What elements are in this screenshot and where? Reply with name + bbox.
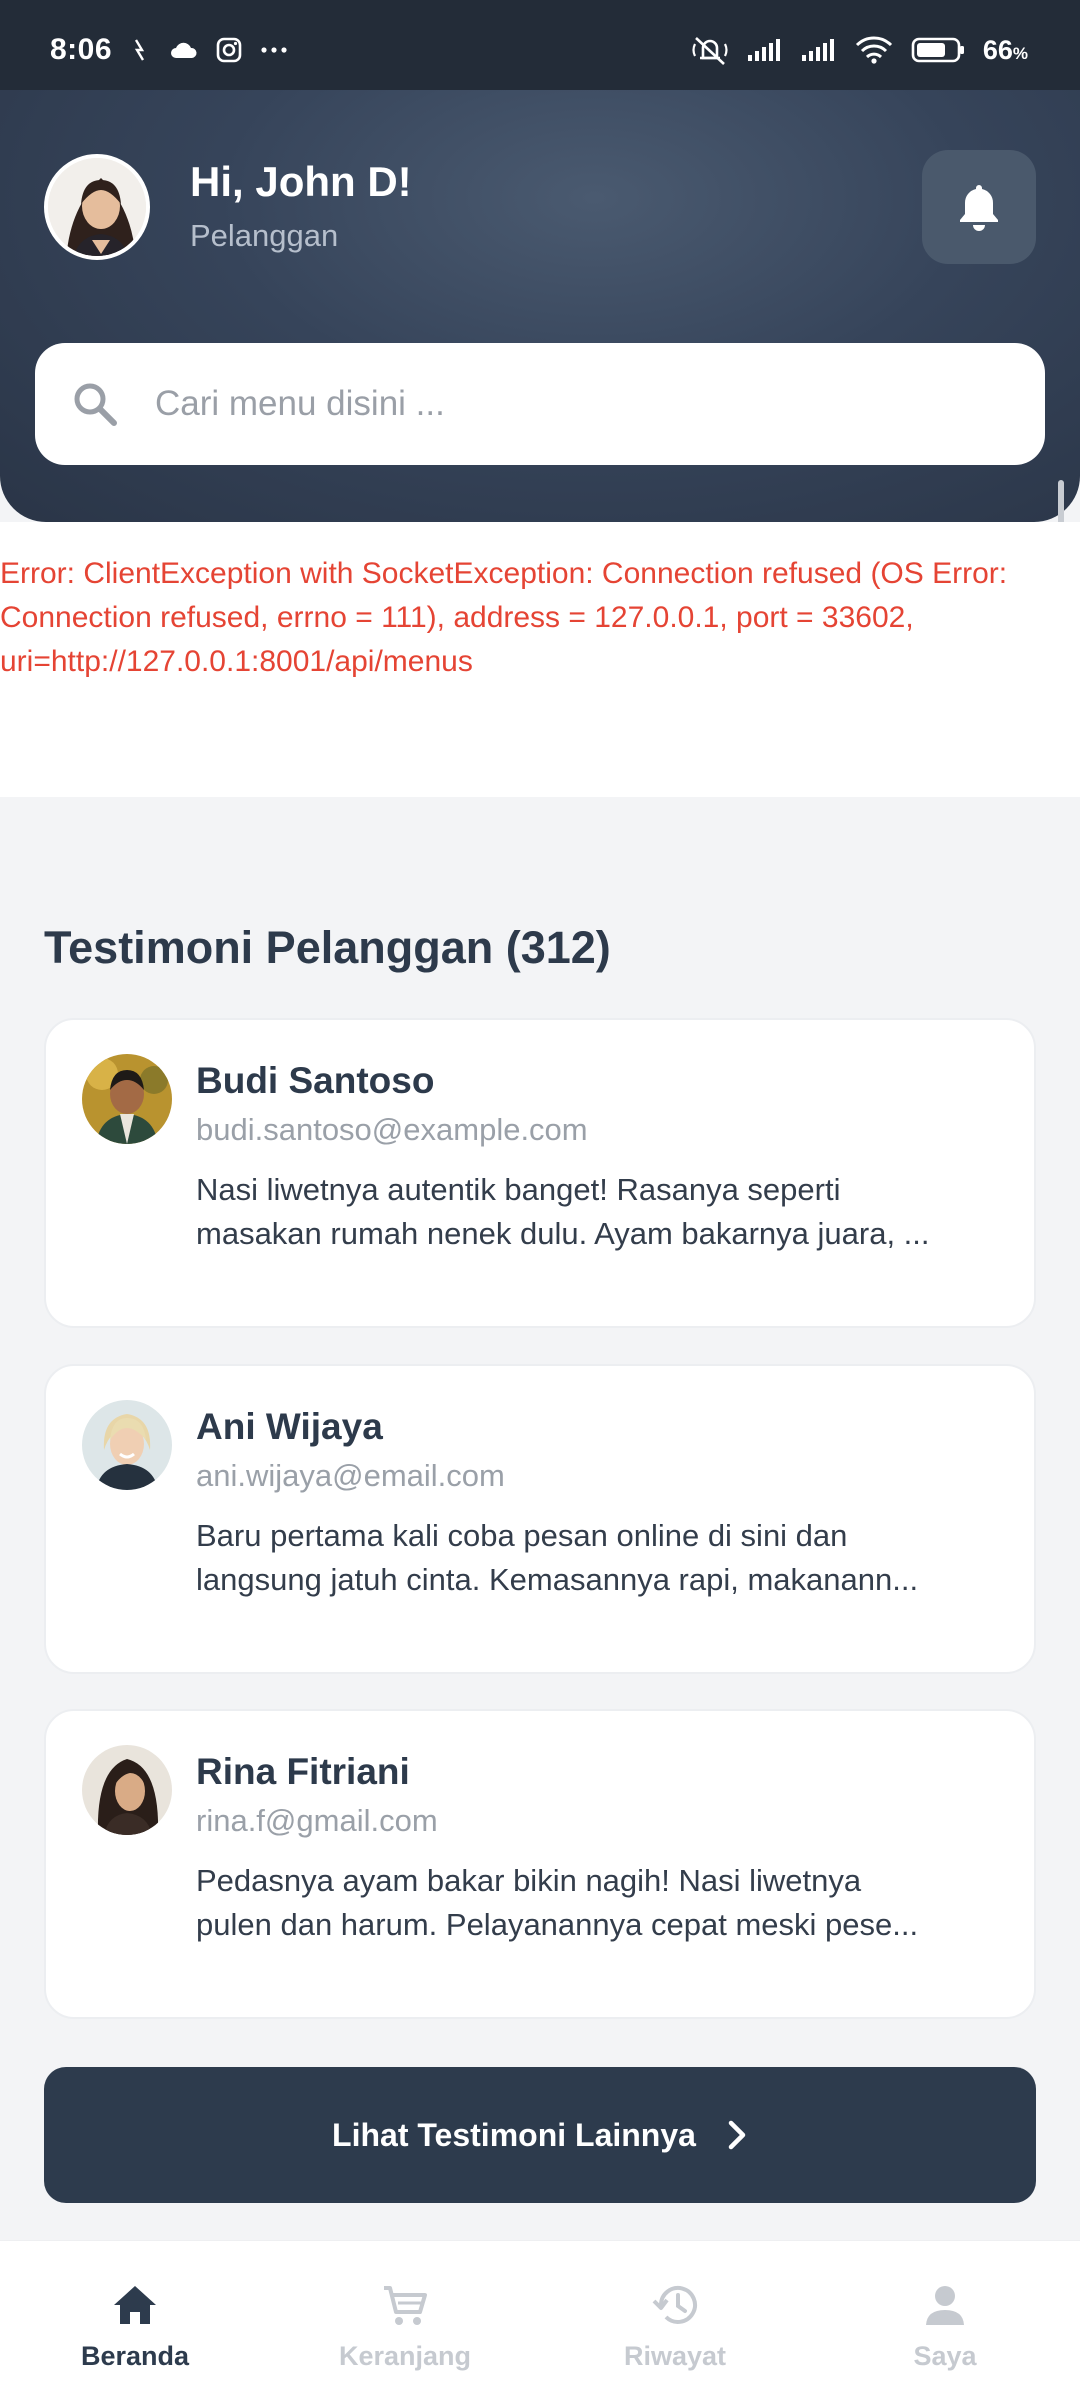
testimonial-text-line: Pedasnya ayam bakar bikin nagih! Nasi li… xyxy=(196,1863,862,1898)
bottom-navigation: Beranda Keranjang Riwayat Saya xyxy=(0,2240,1080,2400)
testimonial-text-line: Nasi liwetnya autentik banget! Rasanya s… xyxy=(196,1172,841,1207)
greeting-text: Hi, John D! xyxy=(190,158,412,205)
avatar xyxy=(82,1745,172,1835)
status-bar: 8:06 66% xyxy=(0,0,1080,100)
notification-button[interactable] xyxy=(922,150,1036,264)
nav-item-label: Beranda xyxy=(80,2341,190,2371)
testimonial-text-line: langsung jatuh cinta. Kemasannya rapi, m… xyxy=(196,1562,919,1597)
nav-item-saya[interactable]: Saya xyxy=(810,2283,1080,2372)
section-title: Testimoni Pelanggan (312) xyxy=(44,922,611,973)
testimonial-text-line: Baru pertama kali coba pesan online di s… xyxy=(196,1518,848,1553)
more-testimonials-button[interactable]: Lihat Testimoni Lainnya xyxy=(44,2067,1036,2203)
nav-item-label: Saya xyxy=(913,2341,977,2371)
testimonial-text-line: pulen dan harum. Pelayanannya cepat mesk… xyxy=(196,1907,919,1942)
reviewer-avatar-image xyxy=(82,1745,172,1835)
header: Hi, John D! Pelanggan xyxy=(0,90,1080,522)
search-bar[interactable] xyxy=(35,343,1045,465)
cloud-icon xyxy=(168,39,198,61)
chevron-right-icon xyxy=(728,2120,746,2150)
signal-icon xyxy=(801,37,837,63)
testimonial-text: Baru pertama kali coba pesan online di s… xyxy=(196,1514,986,1602)
reviewer-name: Ani Wijaya xyxy=(196,1406,383,1447)
error-message: Error: ClientException with SocketExcept… xyxy=(0,557,1008,678)
person-icon xyxy=(926,2286,964,2325)
avatar xyxy=(82,1400,172,1490)
status-bar-left: 8:06 xyxy=(50,33,288,67)
history-icon xyxy=(652,2285,697,2324)
status-bar-right: 66% xyxy=(691,34,1028,66)
reviewer-email: rina.f@gmail.com xyxy=(196,1803,438,1838)
testimonial-text: Nasi liwetnya autentik banget! Rasanya s… xyxy=(196,1168,986,1256)
user-avatar-image xyxy=(48,158,146,256)
nav-item-keranjang[interactable]: Keranjang xyxy=(270,2283,540,2372)
avatar xyxy=(82,1054,172,1144)
status-time: 8:06 xyxy=(50,33,113,66)
more-dots-icon xyxy=(260,46,288,54)
testimonial-text-line: masakan rumah nenek dulu. Ayam bakarnya … xyxy=(196,1216,930,1251)
signal-icon xyxy=(747,37,783,63)
battery-icon xyxy=(911,36,965,64)
nav-item-label: Riwayat xyxy=(623,2341,727,2371)
nav-item-beranda[interactable]: Beranda xyxy=(0,2283,270,2372)
more-testimonials-label: Lihat Testimoni Lainnya xyxy=(332,2116,696,2153)
instagram-icon xyxy=(216,37,242,63)
battery-percent: 66% xyxy=(982,34,1028,65)
testimonial-card[interactable]: Rina Fitriani rina.f@gmail.com Pedasnya … xyxy=(44,1709,1036,2019)
reviewer-name: Budi Santoso xyxy=(196,1060,435,1101)
mute-icon xyxy=(691,34,729,66)
search-icon xyxy=(74,383,117,426)
error-area: Error: ClientException with SocketExcept… xyxy=(0,522,1080,797)
search-input[interactable] xyxy=(155,384,975,424)
testimonial-card[interactable]: Budi Santoso budi.santoso@example.com Na… xyxy=(44,1018,1036,1328)
bell-icon xyxy=(960,185,998,231)
nav-item-label: Keranjang xyxy=(338,2341,472,2371)
testimonial-card[interactable]: Ani Wijaya ani.wijaya@email.com Baru per… xyxy=(44,1364,1036,1674)
cart-icon xyxy=(384,2286,427,2325)
home-icon xyxy=(114,2286,156,2324)
reviewer-avatar-image xyxy=(82,1054,172,1144)
reviewer-avatar-image xyxy=(82,1400,172,1490)
reviewer-email: ani.wijaya@email.com xyxy=(196,1458,505,1493)
reviewer-name: Rina Fitriani xyxy=(196,1751,410,1792)
reviewer-email: budi.santoso@example.com xyxy=(196,1112,588,1147)
nav-item-riwayat[interactable]: Riwayat xyxy=(540,2283,810,2372)
testimonial-text: Pedasnya ayam bakar bikin nagih! Nasi li… xyxy=(196,1859,986,1947)
usb-debug-icon xyxy=(130,37,150,63)
wifi-icon xyxy=(855,36,893,64)
avatar[interactable] xyxy=(44,154,150,260)
user-role: Pelanggan xyxy=(190,218,339,253)
